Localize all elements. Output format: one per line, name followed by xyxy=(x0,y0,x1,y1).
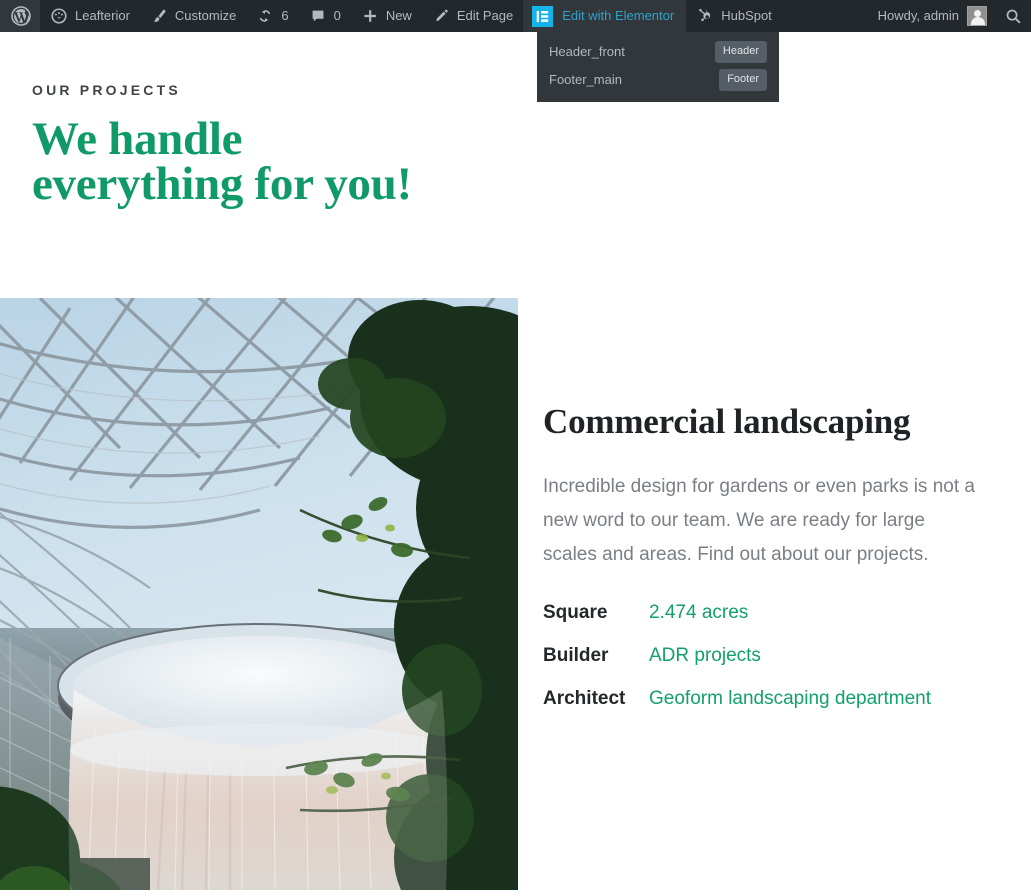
dropdown-item-label: Header_front xyxy=(549,38,625,66)
comments-menu[interactable]: 0 xyxy=(299,0,351,32)
plus-icon xyxy=(361,7,379,25)
dropdown-item-badge: Footer xyxy=(719,69,767,91)
howdy-label: Howdy, admin xyxy=(878,0,959,32)
my-account-menu[interactable]: Howdy, admin xyxy=(866,0,995,32)
dropdown-item-label: Footer_main xyxy=(549,66,622,94)
spec-value[interactable]: ADR projects xyxy=(649,645,761,667)
wordpress-logo-menu[interactable] xyxy=(0,0,40,32)
admin-bar-search-button[interactable] xyxy=(995,0,1031,32)
pencil-icon xyxy=(432,7,450,25)
spec-key: Architect xyxy=(543,688,649,710)
dropdown-item-badge: Header xyxy=(715,41,767,63)
hubspot-icon xyxy=(696,7,714,25)
comments-count: 0 xyxy=(334,0,341,32)
wp-admin-bar: Leafterior Customize 6 0 xyxy=(0,0,1031,32)
spec-key: Builder xyxy=(543,645,649,667)
wordpress-icon xyxy=(11,6,31,26)
comment-bubble-icon xyxy=(309,7,327,25)
dropdown-item-header-front[interactable]: Header_front Header xyxy=(537,38,779,66)
customize-label: Customize xyxy=(175,0,236,32)
user-avatar-icon xyxy=(967,6,987,26)
update-icon xyxy=(256,7,274,25)
section-eyebrow: OUR PROJECTS xyxy=(32,82,1031,98)
admin-bar-right-group: Howdy, admin xyxy=(866,0,1031,32)
page-title: We handle everything for you! xyxy=(32,117,502,207)
project-specs-list: Square 2.474 acres Builder ADR projects … xyxy=(543,602,995,710)
updates-count: 6 xyxy=(281,0,288,32)
edit-page-label: Edit Page xyxy=(457,0,513,32)
edit-with-elementor-label: Edit with Elementor xyxy=(562,0,674,32)
spec-value[interactable]: 2.474 acres xyxy=(649,602,748,624)
spec-value[interactable]: Geoform landscaping department xyxy=(649,688,931,710)
waterfall-dome-illustration xyxy=(0,298,518,890)
project-title: Commercial landscaping xyxy=(543,402,995,442)
hero-section: OUR PROJECTS We handle everything for yo… xyxy=(0,32,1031,207)
project-section: Commercial landscaping Incredible design… xyxy=(0,298,1031,890)
updates-menu[interactable]: 6 xyxy=(246,0,298,32)
elementor-templates-dropdown: Header_front Header Footer_main Footer xyxy=(537,32,779,102)
customize-menu[interactable]: Customize xyxy=(140,0,246,32)
spec-key: Square xyxy=(543,602,649,624)
search-icon xyxy=(1004,7,1022,25)
page-content: OUR PROJECTS We handle everything for yo… xyxy=(0,32,1031,890)
hubspot-label: HubSpot xyxy=(721,0,772,32)
site-name-menu[interactable]: Leafterior xyxy=(40,0,140,32)
spec-row-square: Square 2.474 acres xyxy=(543,602,995,624)
new-content-menu[interactable]: New xyxy=(351,0,422,32)
new-content-label: New xyxy=(386,0,412,32)
project-details: Commercial landscaping Incredible design… xyxy=(518,298,1031,890)
dashboard-icon xyxy=(50,7,68,25)
hubspot-menu[interactable]: HubSpot xyxy=(686,0,782,32)
edit-with-elementor-menu[interactable]: Edit with Elementor xyxy=(523,0,686,32)
dropdown-item-footer-main[interactable]: Footer_main Footer xyxy=(537,66,779,94)
spec-row-builder: Builder ADR projects xyxy=(543,645,995,667)
page-title-line-2: everything for you! xyxy=(32,158,412,210)
paintbrush-icon xyxy=(150,7,168,25)
elementor-icon xyxy=(532,6,553,27)
project-description: Incredible design for gardens or even pa… xyxy=(543,470,983,572)
project-photo xyxy=(0,298,518,890)
site-name-label: Leafterior xyxy=(75,0,130,32)
edit-page-menu[interactable]: Edit Page xyxy=(422,0,523,32)
spec-row-architect: Architect Geoform landscaping department xyxy=(543,688,995,710)
